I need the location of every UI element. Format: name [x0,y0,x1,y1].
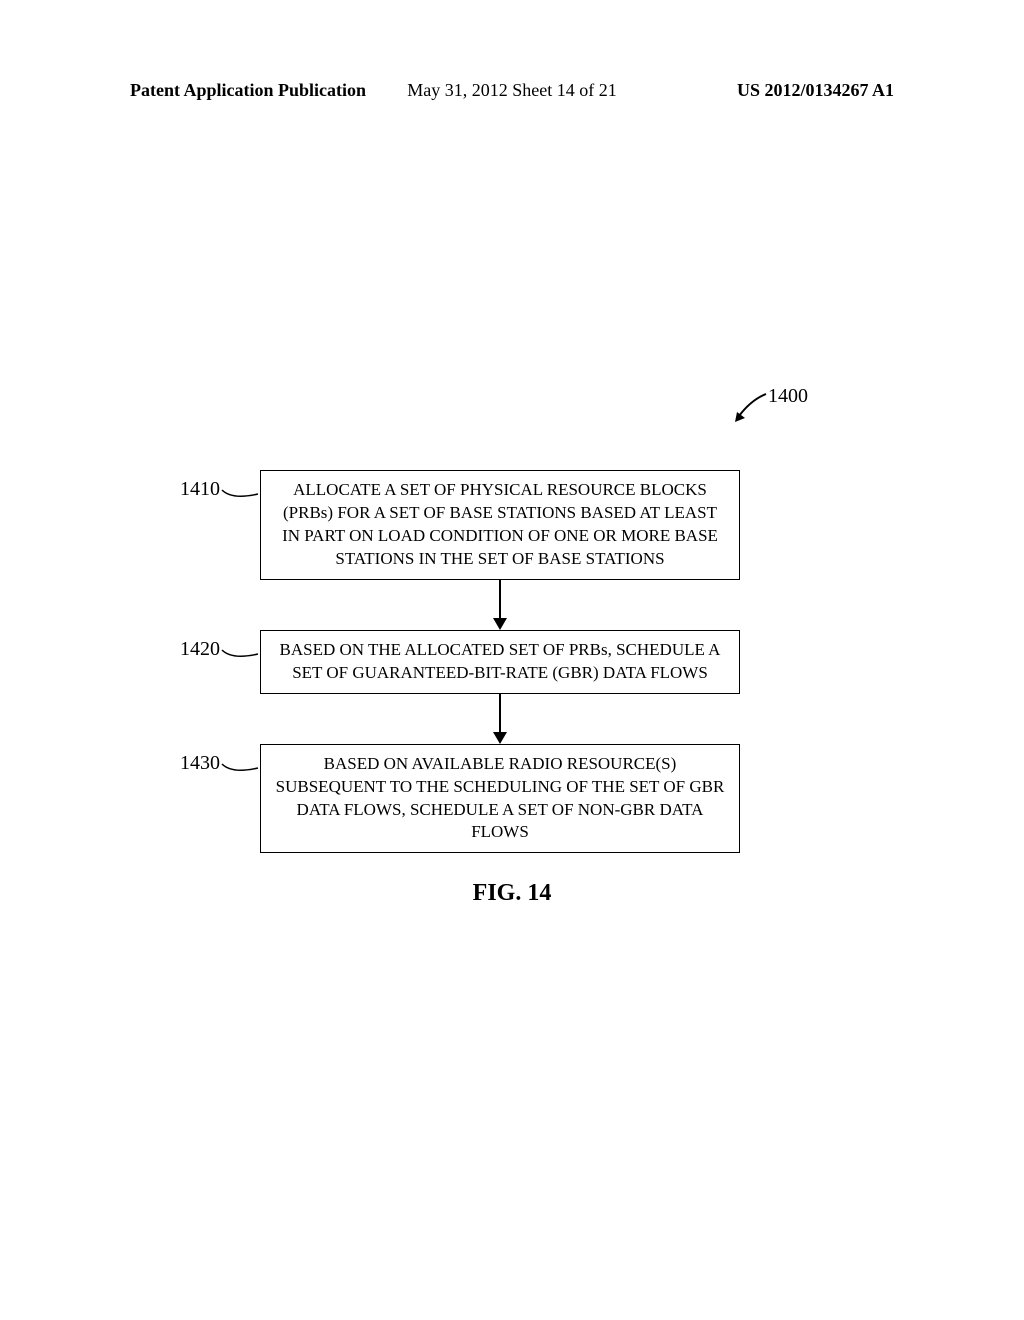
figure-label: FIG. 14 [0,880,1024,907]
flow-step: 1420 BASED ON THE ALLOCATED SET OF PRBs,… [160,630,860,694]
step-box: BASED ON THE ALLOCATED SET OF PRBs, SCHE… [260,630,740,694]
step-number: 1430 [160,744,220,775]
label-connector [220,470,260,502]
step-number: 1410 [160,470,220,501]
arrow-down-icon [490,580,510,630]
page-header: Patent Application Publication May 31, 2… [0,80,1024,101]
label-connector [220,744,260,776]
step-box: BASED ON AVAILABLE RADIO RESOURCE(S) SUB… [260,744,740,854]
step-number: 1420 [160,630,220,661]
step-box: ALLOCATE A SET OF PHYSICAL RESOURCE BLOC… [260,470,740,580]
flow-step: 1410 ALLOCATE A SET OF PHYSICAL RESOURCE… [160,470,860,580]
flow-arrow-down [260,580,740,630]
reference-number: 1400 [768,385,808,408]
reference-number-callout: 1400 [731,392,771,422]
curved-arrow-icon [731,392,771,422]
header-publication: Patent Application Publication [130,80,366,101]
flowchart: 1410 ALLOCATE A SET OF PHYSICAL RESOURCE… [160,470,860,853]
flow-arrow-down [260,694,740,744]
flow-step: 1430 BASED ON AVAILABLE RADIO RESOURCE(S… [160,744,860,854]
arrow-down-icon [490,694,510,744]
label-connector [220,630,260,662]
header-date-sheet: May 31, 2012 Sheet 14 of 21 [407,80,616,101]
header-doc-number: US 2012/0134267 A1 [737,80,894,101]
